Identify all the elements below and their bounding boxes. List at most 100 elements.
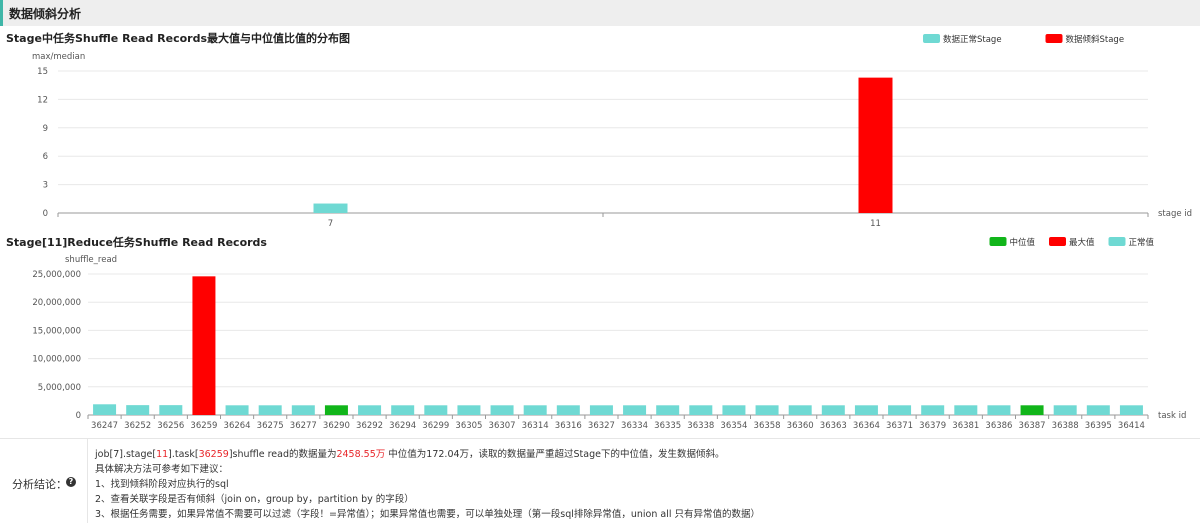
- bar-task-36379: [921, 405, 945, 415]
- legend-label: 最大值: [1069, 237, 1095, 248]
- bar-task-36360: [788, 405, 812, 415]
- bar-task-36292: [358, 405, 382, 415]
- stage-id-highlight: 11: [156, 449, 169, 460]
- y-tick-label: 20,000,000: [32, 298, 81, 308]
- conclusion-line-5: 3、根据任务需要，如果异常值不需要可以过滤（字段！=异常值）；如果异常值也需要，…: [95, 509, 761, 520]
- bar-task-36387: [1020, 405, 1044, 415]
- bar-task-36381: [954, 405, 978, 415]
- bar-task-36327: [589, 405, 613, 415]
- conclusion-body: job[7].stage[11].task[36259]shuffle read…: [95, 447, 760, 522]
- bar-task-36247: [93, 404, 117, 415]
- conclusion-line-3: 1、找到倾斜阶段对应执行的sql: [95, 479, 229, 490]
- conclusion-label-cell: 分析结论： ?: [0, 439, 88, 523]
- conclusion-line-4: 2、查看关联字段是否有倾斜（join on，group by，partition…: [95, 494, 414, 505]
- x-tick-label: 36292: [356, 421, 383, 431]
- x-tick-label: 36334: [621, 421, 648, 431]
- legend-swatch: [923, 34, 940, 43]
- x-tick-label: 36379: [919, 421, 946, 431]
- x-tick-label: 36327: [588, 421, 615, 431]
- legend-label: 中位值: [1010, 237, 1036, 248]
- x-tick-label: 36354: [720, 421, 747, 431]
- legend-label: 数据倾斜Stage: [1066, 34, 1125, 45]
- x-tick-label: 36247: [91, 421, 118, 431]
- y-tick-label: 12: [37, 95, 48, 105]
- bar-stage-7: [313, 203, 348, 213]
- x-tick-label: 36275: [257, 421, 284, 431]
- legend-swatch: [1049, 237, 1066, 246]
- bar-task-36335: [656, 405, 680, 415]
- legend-label: 正常值: [1129, 237, 1155, 248]
- x-tick-label: 36264: [224, 421, 251, 431]
- x-tick-label: 36386: [985, 421, 1012, 431]
- y-tick-label: 0: [43, 209, 48, 219]
- help-icon[interactable]: ?: [66, 477, 76, 487]
- x-tick-label: 36252: [124, 421, 151, 431]
- x-tick-label: 36335: [654, 421, 681, 431]
- x-tick-label: 36316: [555, 421, 582, 431]
- bar-task-36338: [689, 405, 713, 415]
- bar-task-36358: [755, 405, 779, 415]
- conclusion-panel: 分析结论： ? job[7].stage[11].task[36259]shuf…: [0, 438, 1200, 523]
- x-tick-label: 36307: [489, 421, 516, 431]
- x-tick-label: 36395: [1085, 421, 1112, 431]
- x-tick-label: 36381: [952, 421, 979, 431]
- x-tick-label: 36388: [1052, 421, 1079, 431]
- y-tick-label: 0: [76, 411, 81, 421]
- bar-task-36314: [523, 405, 547, 415]
- bar-task-36371: [888, 405, 912, 415]
- x-axis-label: task id: [1158, 411, 1186, 421]
- x-tick-label: 36360: [787, 421, 814, 431]
- conclusion-line-1: job[7].stage[11].task[36259]shuffle read…: [95, 449, 725, 460]
- y-tick-label: 5,000,000: [38, 383, 81, 393]
- y-tick-label: 15,000,000: [32, 326, 81, 336]
- task-id-highlight: 36259: [198, 449, 229, 460]
- bar-task-36388: [1053, 405, 1077, 415]
- x-tick-label: 36314: [522, 421, 549, 431]
- chart1-svg: max/median 0 3 6 9 12 15 7 11 stage id 数据倾斜Stage 数据…: [32, 34, 1192, 229]
- x-axis-label: stage id: [1158, 209, 1192, 219]
- x-tick-label: 36277: [290, 421, 317, 431]
- legend-swatch: [989, 237, 1007, 246]
- bar-stage-11: [858, 77, 893, 213]
- bar-task-36299: [424, 405, 448, 415]
- amount-highlight: 2458.55万: [336, 449, 386, 460]
- bar-task-36307: [490, 405, 514, 415]
- section-title: 数据倾斜分析: [9, 7, 82, 21]
- y-tick-label: 9: [43, 124, 48, 134]
- x-tick-label: 36290: [323, 421, 350, 431]
- y-tick-label: 25,000,000: [32, 270, 81, 280]
- chart-stage-ratio: Stage中任务Shuffle Read Records最大值与中位值比值的分布…: [0, 28, 1200, 232]
- y-tick-label: 15: [37, 67, 48, 77]
- y-axis-label: max/median: [32, 52, 85, 62]
- bar-task-36334: [623, 405, 647, 415]
- chart-task-shuffle-read: Stage[11]Reduce任务Shuffle Read Records sh…: [0, 232, 1200, 436]
- x-tick-label: 36387: [1019, 421, 1046, 431]
- bar-task-36294: [391, 405, 415, 415]
- x-tick-label: 36256: [157, 421, 184, 431]
- bar-task-36290: [324, 405, 348, 415]
- x-tick-label: 36259: [190, 421, 217, 431]
- section-header: 数据倾斜分析: [0, 0, 1200, 26]
- x-tick-label: 36299: [422, 421, 449, 431]
- y-tick-label: 10,000,000: [32, 355, 81, 365]
- legend-swatch: [1108, 237, 1126, 246]
- x-tick-label: 11: [870, 219, 881, 229]
- bar-task-36305: [457, 405, 481, 415]
- x-tick-label: 36338: [687, 421, 714, 431]
- bar-task-36264: [225, 405, 249, 415]
- bar-task-36395: [1086, 405, 1110, 415]
- y-tick-label: 3: [43, 181, 48, 191]
- bar-task-36414: [1119, 405, 1143, 415]
- y-axis-label: shuffle_read: [65, 255, 117, 265]
- y-tick-label: 6: [43, 152, 48, 162]
- x-tick-label: 36294: [389, 421, 416, 431]
- bar-task-36363: [821, 405, 845, 415]
- conclusion-label: 分析结论：: [12, 478, 67, 491]
- chart2-svg: shuffle_read 0 5,000,000 10,000,000 15,000,0…: [32, 237, 1186, 431]
- bar-task-36259: [192, 276, 216, 415]
- legend-swatch: [1045, 34, 1063, 43]
- bar-task-36386: [987, 405, 1011, 415]
- bar-task-36256: [159, 405, 183, 415]
- bar-task-36275: [258, 405, 282, 415]
- x-tick-label: 36414: [1118, 421, 1145, 431]
